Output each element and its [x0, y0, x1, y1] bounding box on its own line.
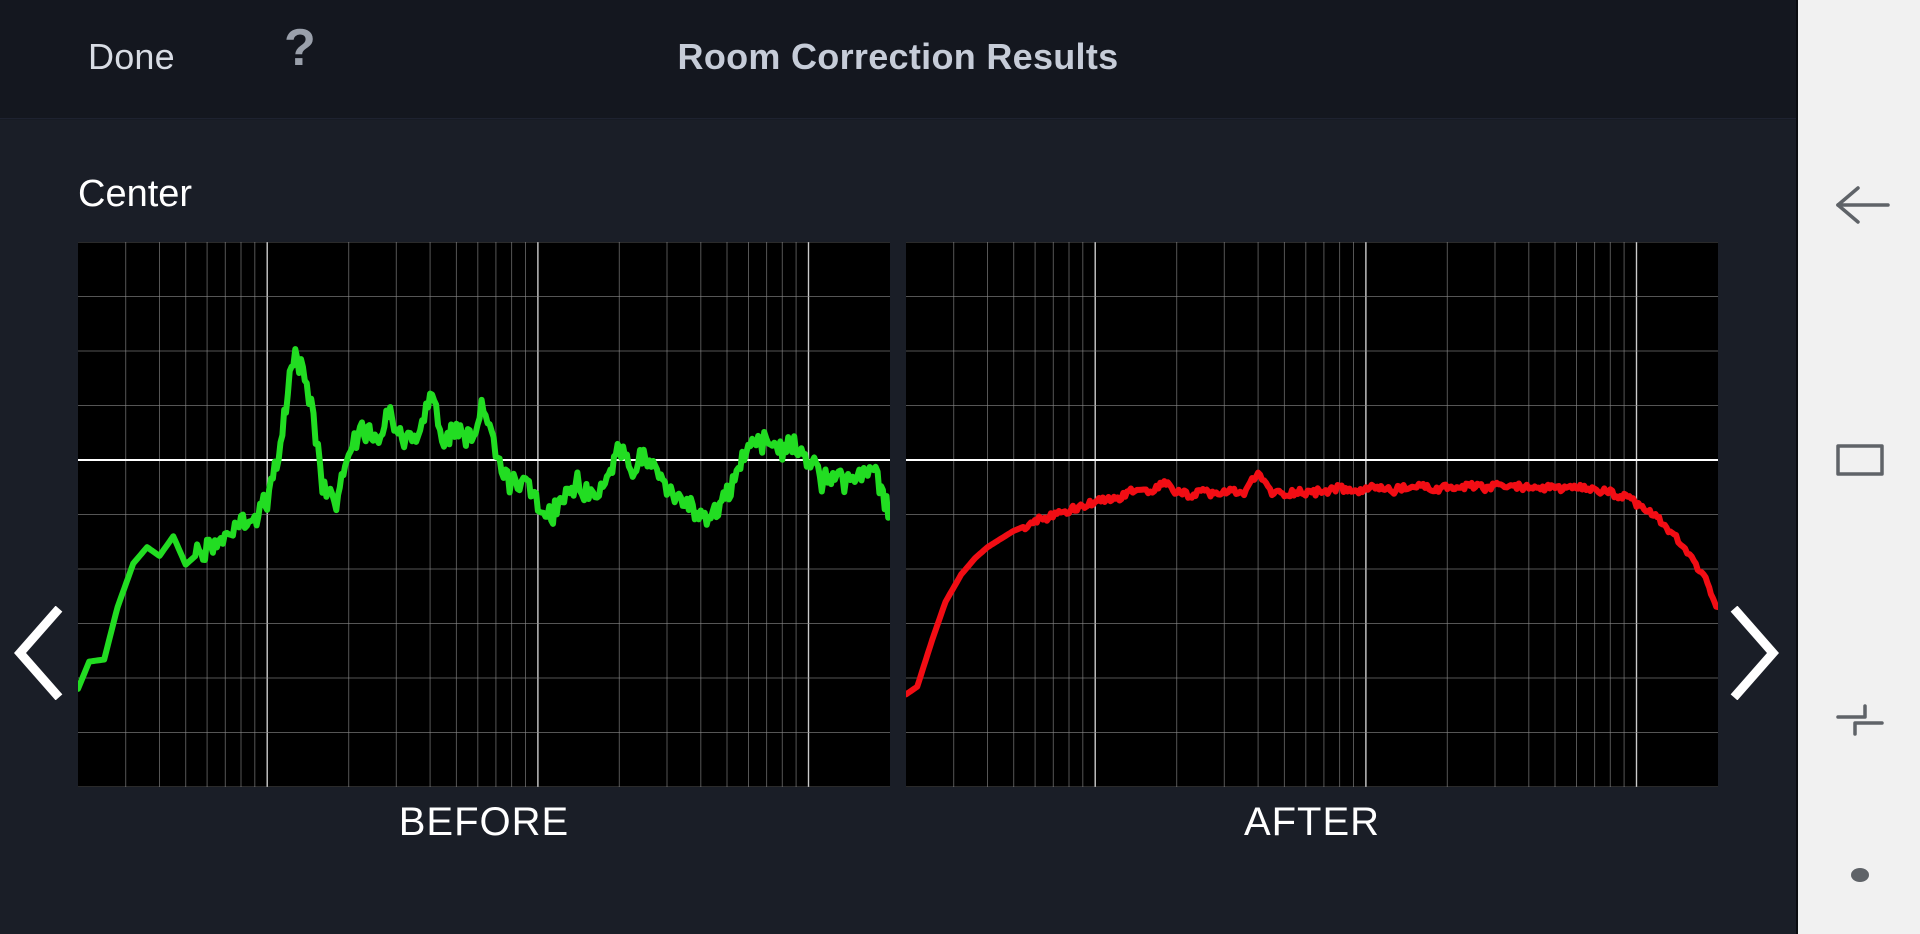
- before-plot-area: [78, 242, 890, 787]
- nav-recent-apps-button[interactable]: [1798, 425, 1920, 495]
- nav-home-button[interactable]: [1798, 855, 1920, 895]
- nav-split-screen-button[interactable]: [1798, 685, 1920, 755]
- split-screen-icon: [1836, 704, 1884, 736]
- chevron-right-icon: [1730, 605, 1779, 701]
- screen-root: Done ? Room Correction Results Center BE…: [0, 0, 1920, 934]
- after-plot-area: [906, 242, 1718, 787]
- after-frequency-response-chart: [906, 242, 1718, 787]
- recent-apps-icon: [1836, 444, 1884, 476]
- back-icon: [1836, 186, 1890, 224]
- next-channel-button[interactable]: [1723, 605, 1783, 701]
- nav-back-button[interactable]: [1798, 170, 1920, 240]
- after-caption: AFTER: [1243, 800, 1381, 844]
- page-title: Room Correction Results: [677, 36, 1119, 77]
- android-navigation-bar: [1796, 0, 1920, 934]
- before-chart-panel: [78, 242, 890, 787]
- chevron-left-icon: [14, 605, 63, 701]
- top-bar: Done ? Room Correction Results: [0, 0, 1796, 119]
- after-chart-panel: [906, 242, 1718, 787]
- before-frequency-response-chart: [78, 242, 890, 787]
- results-body: Center BEFORE AFTER: [0, 120, 1796, 934]
- app-content: Done ? Room Correction Results Center BE…: [0, 0, 1796, 934]
- channel-name-label: Center: [78, 173, 193, 215]
- previous-channel-button[interactable]: [10, 605, 70, 701]
- before-caption: BEFORE: [398, 800, 570, 844]
- home-dot-icon: [1851, 868, 1869, 882]
